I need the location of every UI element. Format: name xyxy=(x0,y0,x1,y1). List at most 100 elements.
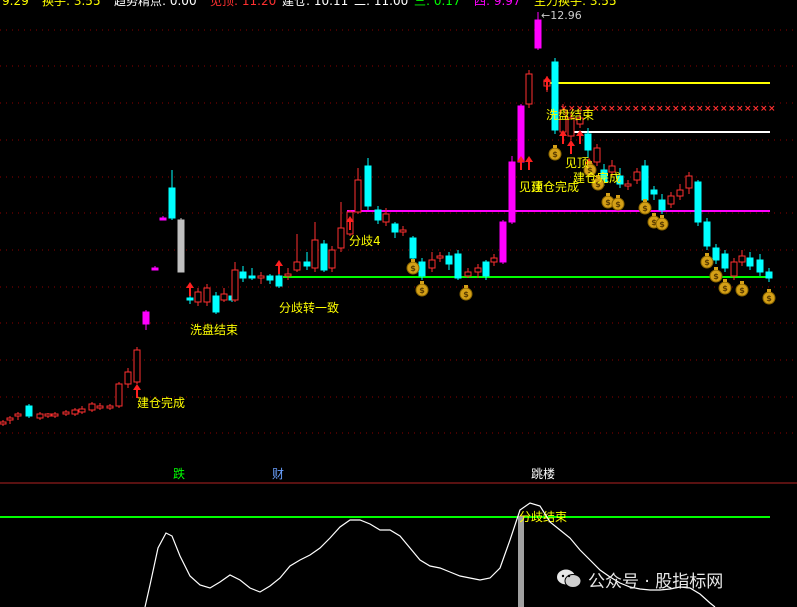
money-bag-icon: $ xyxy=(762,289,776,305)
red-x-mark: × xyxy=(688,104,696,114)
candle[interactable] xyxy=(88,402,96,412)
candle[interactable] xyxy=(194,288,202,306)
candle[interactable] xyxy=(633,168,641,184)
candle[interactable] xyxy=(71,408,79,416)
candle[interactable] xyxy=(738,250,746,266)
candle-body xyxy=(445,255,453,265)
red-x-mark: × xyxy=(672,104,680,114)
candle-body xyxy=(248,275,256,279)
candle[interactable] xyxy=(212,292,220,314)
candle-body xyxy=(474,267,482,273)
marker-tiao: 跳楼 xyxy=(531,466,555,481)
indicator-label: 分歧结束 xyxy=(519,510,567,524)
candle[interactable] xyxy=(6,416,14,424)
candle[interactable] xyxy=(517,104,525,164)
candle-body xyxy=(106,405,114,409)
candle[interactable] xyxy=(650,186,658,200)
candle[interactable] xyxy=(266,274,274,284)
candle[interactable] xyxy=(721,250,729,272)
candle[interactable] xyxy=(712,244,720,264)
candle-body xyxy=(694,181,702,223)
candle[interactable] xyxy=(36,412,44,420)
candle[interactable] xyxy=(409,236,417,262)
candle[interactable] xyxy=(239,266,247,282)
bag-symbol: $ xyxy=(713,272,719,281)
red-x-mark: × xyxy=(720,104,728,114)
bag-symbol: $ xyxy=(704,258,710,267)
candle[interactable] xyxy=(142,310,150,330)
candle[interactable] xyxy=(96,403,104,410)
candle[interactable] xyxy=(328,246,336,272)
candle[interactable] xyxy=(354,168,362,214)
candle[interactable] xyxy=(428,252,436,272)
candle[interactable] xyxy=(746,252,754,270)
candle-body xyxy=(115,383,123,407)
candle[interactable] xyxy=(0,420,7,426)
candle-body xyxy=(186,297,194,301)
candle[interactable] xyxy=(177,218,185,273)
candle[interactable] xyxy=(765,268,773,282)
candle[interactable] xyxy=(499,220,507,264)
candle[interactable] xyxy=(490,254,498,266)
candle-body xyxy=(284,273,292,277)
candle[interactable] xyxy=(320,240,328,272)
bag-neck xyxy=(723,279,727,282)
candle-body xyxy=(96,405,104,409)
candle[interactable] xyxy=(694,180,702,226)
candle[interactable] xyxy=(62,410,70,416)
header-item: 换手: 3.55 xyxy=(42,0,101,8)
candle[interactable] xyxy=(624,180,632,190)
candle[interactable] xyxy=(248,268,256,280)
candle[interactable] xyxy=(44,413,52,418)
candle[interactable] xyxy=(667,192,675,208)
candle[interactable] xyxy=(337,202,345,252)
candle[interactable] xyxy=(703,218,711,250)
candle-body xyxy=(354,179,362,213)
candle[interactable] xyxy=(124,368,132,388)
candle[interactable] xyxy=(525,70,533,108)
candle[interactable] xyxy=(220,288,228,302)
money-bag-icon: $ xyxy=(406,259,420,275)
candle[interactable] xyxy=(391,222,399,238)
candle[interactable] xyxy=(508,156,516,224)
candle[interactable] xyxy=(14,412,22,420)
candle[interactable] xyxy=(454,250,462,280)
candle[interactable] xyxy=(293,234,301,272)
candle[interactable] xyxy=(133,347,141,384)
candle[interactable] xyxy=(115,382,123,408)
candle[interactable] xyxy=(676,184,684,200)
candle[interactable] xyxy=(474,264,482,278)
red-x-mark: × xyxy=(704,104,712,114)
candle[interactable] xyxy=(593,144,601,166)
candle[interactable] xyxy=(399,226,407,236)
arrow-head xyxy=(275,260,283,266)
candle[interactable] xyxy=(257,272,265,284)
candle[interactable] xyxy=(159,216,167,221)
candle[interactable] xyxy=(78,406,86,414)
candle[interactable] xyxy=(551,58,559,134)
candle[interactable] xyxy=(106,404,114,410)
candle-body xyxy=(685,175,693,189)
candle[interactable] xyxy=(685,172,693,194)
candle-body xyxy=(124,371,132,385)
candle[interactable] xyxy=(364,158,372,210)
candle-body xyxy=(703,221,711,247)
candle[interactable] xyxy=(25,404,33,418)
candle[interactable] xyxy=(374,206,382,224)
candle[interactable] xyxy=(756,254,764,276)
candle[interactable] xyxy=(51,412,59,418)
candle[interactable] xyxy=(303,252,311,270)
candle-body xyxy=(328,249,336,269)
candle[interactable] xyxy=(445,252,453,270)
candle[interactable] xyxy=(151,266,159,271)
candle[interactable] xyxy=(436,252,444,262)
annotation-labels: 建仓完成洗盘结束分歧转一致分歧4见顶建仓完成洗盘结束见顶建仓完成 xyxy=(137,107,621,410)
candle[interactable] xyxy=(464,268,472,278)
money-bag-icons: $$ $$$$$ $ $$ $$$$ $$ xyxy=(406,145,776,305)
candle[interactable] xyxy=(284,268,292,280)
candle-body xyxy=(730,261,738,277)
candle[interactable] xyxy=(275,272,283,288)
candle-body xyxy=(633,171,641,181)
candle[interactable] xyxy=(311,222,319,272)
candle[interactable] xyxy=(231,262,239,302)
